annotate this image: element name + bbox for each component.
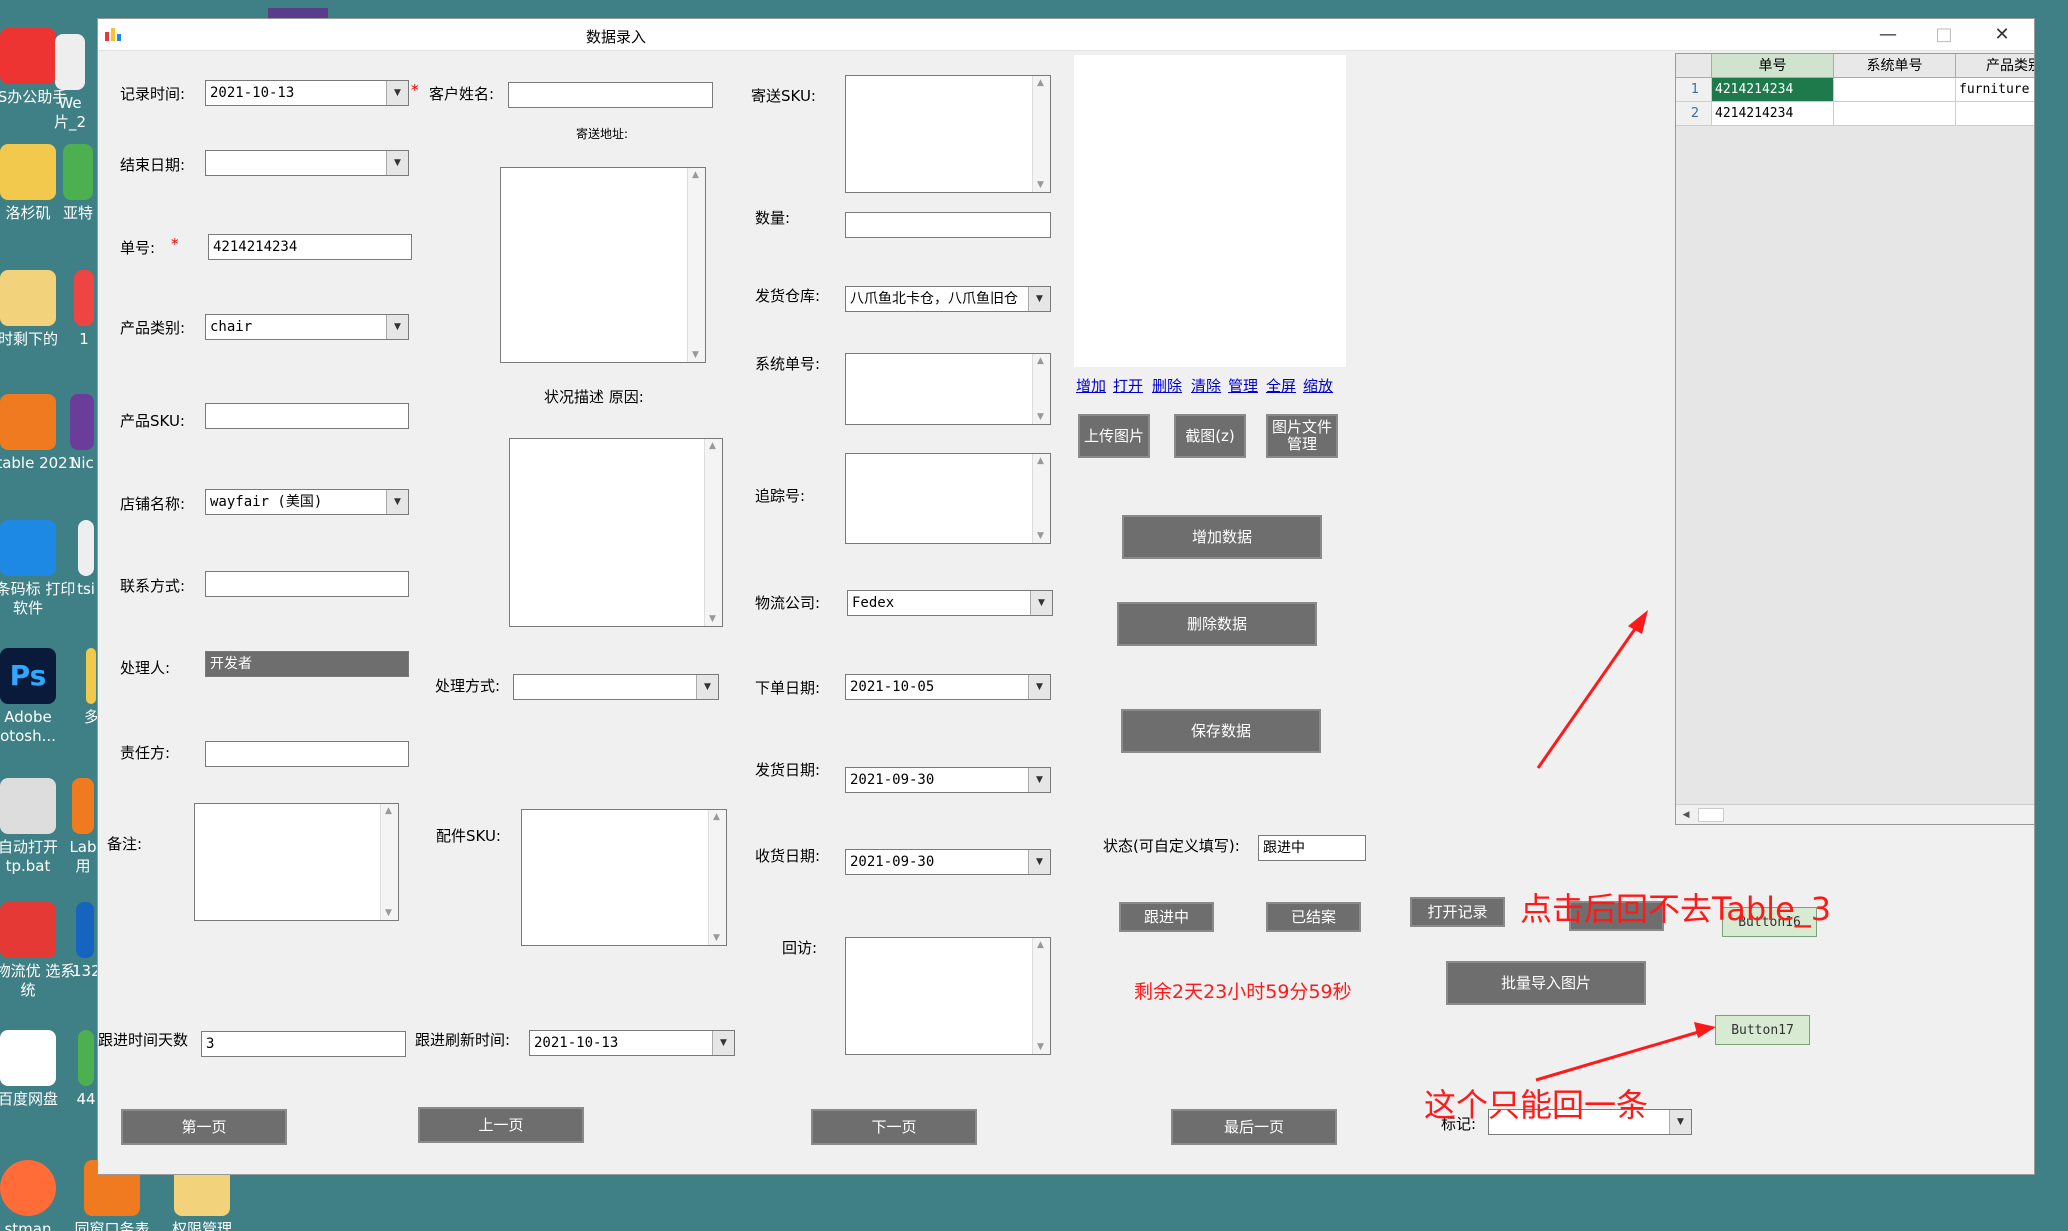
annotation-arrowhead-1 xyxy=(1628,610,1648,634)
annotation-arrow-1 xyxy=(1536,615,1646,769)
annotation-arrow-2 xyxy=(1535,1026,1713,1082)
annotation-arrows xyxy=(1535,610,1716,1082)
annotation-note-only-one: 这个只能回一条 xyxy=(1424,1086,1649,1124)
annotation-arrowhead-2 xyxy=(1694,1022,1716,1038)
annotation-note-table3: 点击后回不去Table_3 xyxy=(1520,890,1832,928)
